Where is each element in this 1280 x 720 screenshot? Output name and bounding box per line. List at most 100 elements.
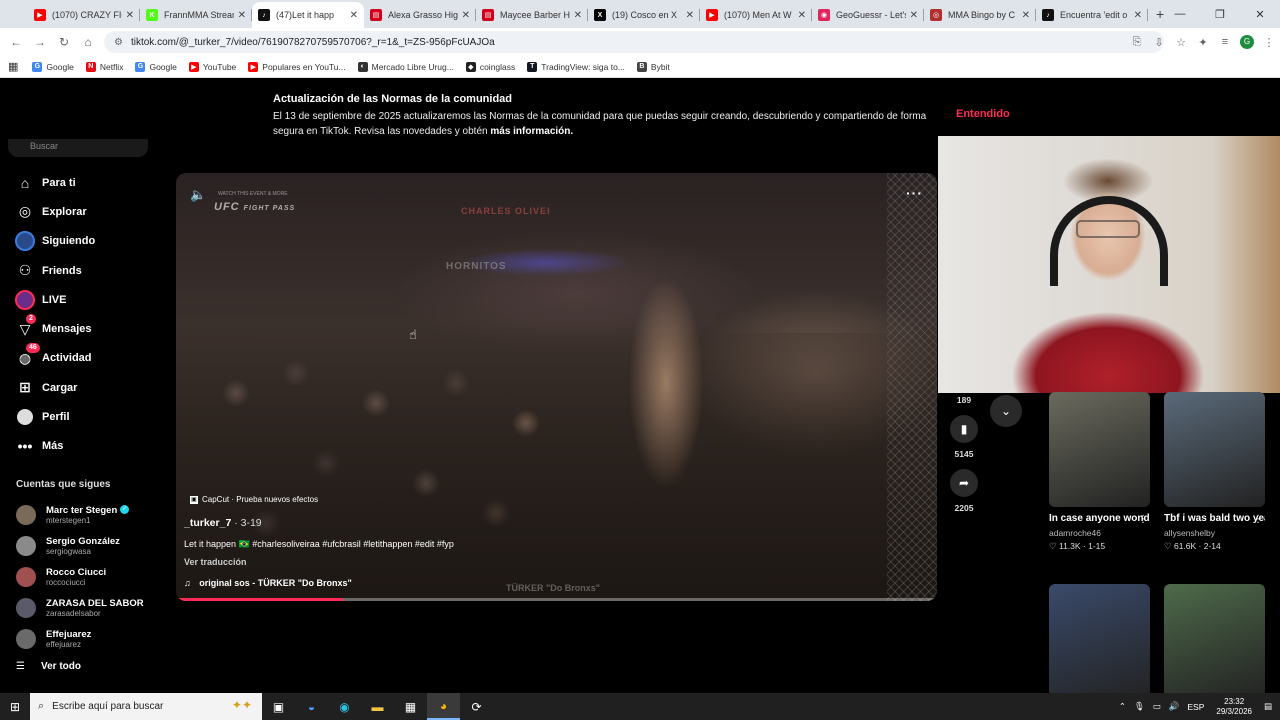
tab-close-icon[interactable]: ✕: [350, 10, 358, 21]
more-options-icon[interactable]: ···: [906, 185, 923, 201]
tab-close-icon[interactable]: ✕: [910, 10, 918, 21]
home-page-icon[interactable]: ⌂: [76, 35, 100, 49]
card-menu-icon[interactable]: ⋮: [1253, 514, 1263, 525]
video-progress-bar[interactable]: [176, 598, 937, 601]
browser-tab[interactable]: ◎ MMA Bingo by C ✕: [924, 2, 1036, 28]
chrome-icon[interactable]: ◕: [427, 693, 460, 720]
followed-account[interactable]: Sergio González sergiogwasa: [16, 530, 166, 561]
see-all-button[interactable]: ☰ Ver todo: [16, 661, 81, 672]
video-sound[interactable]: ♫ original sos - TÜRKER "Do Bronxs": [184, 578, 352, 588]
task-view-icon[interactable]: ▣: [262, 693, 295, 720]
mic-icon[interactable]: 🎙: [1134, 701, 1145, 712]
video-player[interactable]: WATCH THIS EVENT & MORE UFC FIGHT PASS C…: [176, 173, 937, 601]
tab-close-icon[interactable]: ✕: [1134, 10, 1142, 21]
browser-menu-icon[interactable]: ⋮: [1258, 36, 1280, 49]
tray-expand-icon[interactable]: ⌃: [1119, 701, 1126, 712]
followed-account[interactable]: Marc ter Stegen ✓ mterstegen1: [16, 499, 166, 530]
video-thumbnail[interactable]: [1164, 392, 1265, 507]
search-input[interactable]: Buscar: [8, 139, 148, 157]
bookmark-item[interactable]: G Google: [32, 61, 74, 72]
recommended-video-card[interactable]: [1049, 584, 1150, 699]
system-clock[interactable]: 23:32 29/3/2026: [1216, 697, 1252, 717]
video-thumbnail[interactable]: [1164, 584, 1265, 699]
close-window-icon[interactable]: ✕: [1240, 8, 1280, 21]
tab-close-icon[interactable]: ✕: [574, 10, 582, 21]
reload-icon[interactable]: ↻: [52, 35, 76, 49]
minimize-icon[interactable]: —: [1160, 8, 1200, 20]
nav-item-actividad[interactable]: ◍ 46 Actividad: [12, 343, 162, 373]
browser-tab[interactable]: ▶ (1070) CRAZY FIG ✕: [28, 2, 140, 28]
followed-account[interactable]: Effejuarez effejuarez: [16, 623, 166, 654]
bookmark-item[interactable]: G Google: [135, 61, 177, 72]
recommended-video-card[interactable]: In case anyone wonders what I'...⋮ adamro…: [1049, 392, 1150, 552]
more-info-link[interactable]: más información.: [490, 126, 573, 137]
notifications-icon[interactable]: ▤: [1264, 701, 1272, 712]
nav-item-perfil[interactable]: Perfil: [12, 402, 162, 431]
back-icon[interactable]: ←: [4, 35, 28, 49]
bookmark-item[interactable]: ◐ Mercado Libre Urug...: [357, 61, 454, 72]
apps-icon[interactable]: ▦: [8, 60, 18, 73]
video-author[interactable]: _turker_7 · 3-19: [184, 517, 262, 529]
browser-tab[interactable]: ♪ Encuentra 'edit o ✕: [1036, 2, 1148, 28]
site-info-icon[interactable]: ⚙: [114, 37, 123, 48]
tab-close-icon[interactable]: ✕: [1022, 10, 1030, 21]
bookmark-star-icon[interactable]: ☆: [1170, 36, 1192, 49]
card-menu-icon[interactable]: ⋮: [1138, 514, 1148, 525]
app-icon[interactable]: ⟳: [460, 693, 493, 720]
nav-item-cargar[interactable]: ⊞ Cargar: [12, 373, 162, 402]
nav-item-explorar[interactable]: ◎ Explorar: [12, 197, 162, 226]
tab-close-icon[interactable]: ✕: [126, 10, 134, 21]
tab-close-icon[interactable]: ✕: [686, 10, 694, 21]
browser-tab[interactable]: ♪ (47)Let it happ ✕: [252, 2, 364, 28]
browser-tab[interactable]: ◉ GeoGuessr - Let's ✕: [812, 2, 924, 28]
store-icon[interactable]: ▦: [394, 693, 427, 720]
bookmark-item[interactable]: T TradingView: siga to...: [527, 61, 625, 72]
bookmark-item[interactable]: ▶ YouTube: [188, 61, 236, 72]
forward-icon[interactable]: →: [28, 35, 52, 49]
tab-close-icon[interactable]: ✕: [238, 10, 246, 21]
volume-tray-icon[interactable]: 🔊: [1169, 701, 1180, 712]
taskbar-search[interactable]: ⌕ Escribe aquí para buscar ✦✦: [30, 693, 262, 720]
save-bookmark-icon[interactable]: ▮: [950, 415, 978, 443]
tab-close-icon[interactable]: ✕: [462, 10, 470, 21]
translate-icon[interactable]: ⎘: [1126, 36, 1148, 49]
profile-avatar[interactable]: G: [1240, 35, 1254, 49]
recommended-video-card[interactable]: [1164, 584, 1265, 699]
nav-item-live[interactable]: LIVE: [12, 285, 162, 314]
extensions-icon[interactable]: ✦: [1192, 36, 1214, 49]
chevron-down-icon[interactable]: ⌄: [990, 395, 1022, 427]
install-icon[interactable]: ⇩: [1148, 36, 1170, 49]
file-explorer-icon[interactable]: ▬: [361, 693, 394, 720]
recommended-video-card[interactable]: Tbf i was bald two years ago #wiw...⋮ all…: [1164, 392, 1265, 552]
bookmark-item[interactable]: B Bybit: [636, 61, 670, 72]
video-thumbnail[interactable]: [1049, 392, 1150, 507]
nav-item-mensajes[interactable]: ▽ 2 Mensajes: [12, 314, 162, 343]
nav-item-friends[interactable]: ⚇ Friends: [12, 256, 162, 285]
dismiss-notice-button[interactable]: Entendido: [956, 108, 1010, 120]
browser-tab[interactable]: ▶ (1070) Men At W ✕: [700, 2, 812, 28]
edge-icon[interactable]: ◉: [328, 693, 361, 720]
browser-tab[interactable]: X (19) Cosco en X ✕: [588, 2, 700, 28]
capcut-tag[interactable]: ▣ CapCut · Prueba nuevos efectos: [190, 495, 318, 504]
url-bar[interactable]: ⚙ tiktok.com/@_turker_7/video/7619078270…: [104, 31, 1164, 53]
copilot-icon[interactable]: ◒: [295, 693, 328, 720]
browser-tab[interactable]: ▤ Alexa Grasso High ✕: [364, 2, 476, 28]
tab-search-icon[interactable]: ≡: [1214, 36, 1236, 48]
bookmark-item[interactable]: ▶ Populares en YouTu...: [248, 61, 346, 72]
browser-tab[interactable]: ▤ Maycee Barber Hi ✕: [476, 2, 588, 28]
followed-account[interactable]: ZARASA DEL SABOR zarasadelsabor: [16, 592, 166, 623]
nav-item-para-ti[interactable]: ⌂ Para ti: [12, 168, 162, 197]
network-icon[interactable]: ▭: [1153, 701, 1161, 712]
followed-account[interactable]: Rocco Ciucci roccociucci: [16, 561, 166, 592]
bookmark-item[interactable]: N Netflix: [85, 61, 123, 72]
see-translation-link[interactable]: Ver traducción: [184, 557, 247, 567]
share-icon[interactable]: ➦: [950, 469, 978, 497]
volume-icon[interactable]: 🔈: [190, 187, 206, 203]
video-thumbnail[interactable]: [1049, 584, 1150, 699]
restore-icon[interactable]: ❐: [1200, 8, 1240, 21]
windows-start-icon[interactable]: ⊞: [0, 700, 30, 714]
bookmark-item[interactable]: ◆ coinglass: [465, 61, 515, 72]
nav-item-más[interactable]: ••• Más: [12, 432, 162, 461]
keyboard-language[interactable]: ESP: [1187, 702, 1204, 712]
tab-close-icon[interactable]: ✕: [798, 10, 806, 21]
